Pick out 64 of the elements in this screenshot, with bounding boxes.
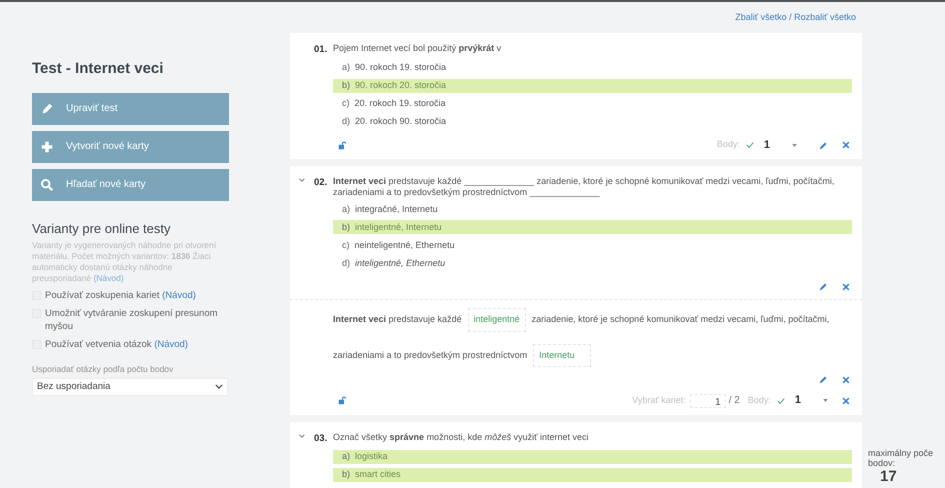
option-label: Umožniť vytváranie zoskupení presunom myšou <box>45 307 219 333</box>
edit-icon[interactable] <box>819 282 828 292</box>
answer-field[interactable]: Internetu <box>533 344 592 368</box>
question-number: 01. <box>314 42 328 56</box>
close-icon[interactable] <box>842 376 850 384</box>
answer-option: b) smart cities <box>333 468 852 482</box>
question-text: Internet veci predstavuje každé ______________ zariadenie, ktoré je schopné komunikovať medzi vecami, ľuďmi, počítačmi, zariadeniami a to predovšetkým prostredníctvom ______________ <box>333 176 836 198</box>
field-label: Body: <box>748 394 771 407</box>
help-link[interactable]: (Návod) <box>93 273 124 283</box>
max-points-label: maximálny poče bodov: <box>868 448 934 468</box>
sort-dropdown[interactable]: Bez usporiadania <box>32 378 228 396</box>
answer-option: b) inteligentné, Internetu <box>333 220 852 234</box>
caret-icon[interactable] <box>792 144 797 146</box>
chevron-down-icon <box>215 384 223 390</box>
points-value: 1 <box>794 393 801 408</box>
section-heading: Varianty pre online testy <box>32 220 172 238</box>
action-button[interactable]: Hľadať nové karty <box>32 168 229 200</box>
answer-option: d) inteligentné, Ethernetu <box>333 256 852 270</box>
sidebar-title: Test - Internet veci <box>32 59 164 79</box>
pencil-icon <box>40 102 54 116</box>
question-number: 03. <box>314 432 328 446</box>
answer-option: a) 90. rokoch 19. storočia <box>333 60 852 75</box>
answer-option: c) neinteligentné, Ethernetu <box>333 238 852 252</box>
field-label: Usporiadať otázky podľa počtu bodov <box>32 363 174 376</box>
edit-icon[interactable] <box>819 375 828 384</box>
question-text: Označ všetky správne možnosti, kde môžeš využiť internet veci <box>333 432 589 443</box>
max-points-value: 17 <box>880 468 898 485</box>
action-button[interactable]: Vytvoriť nové karty <box>32 130 229 162</box>
points-value: 1 <box>764 138 770 153</box>
search-icon <box>40 178 54 192</box>
answer-option: a) logistika <box>333 450 852 464</box>
check-icon[interactable] <box>746 141 754 149</box>
answer-field[interactable]: inteligentné <box>468 308 526 332</box>
close-icon[interactable] <box>842 141 850 149</box>
field-label: Body: <box>716 138 740 152</box>
question-text: Pojem Internet vecí bol použitý prvýkrát v <box>333 42 502 54</box>
edit-icon[interactable] <box>819 140 828 150</box>
description-text: Varianty je vygenerovaných náhodne pri otvorení materiálu. Počet možných variantov: 1836 Žiaci automaticky dostanú otázky náhodne preusporiadané (Návod) <box>32 240 218 284</box>
lock-icon[interactable] <box>338 140 347 150</box>
answer-option: b) 90. rokoch 20. storočia <box>333 78 852 93</box>
cards-input[interactable]: 1 <box>690 394 726 408</box>
answer-option: a) integračné, Internetu <box>333 202 852 216</box>
help-link[interactable]: (Návod) <box>154 339 188 350</box>
action-button[interactable]: Upraviť test <box>32 92 229 124</box>
check-icon[interactable] <box>776 396 785 404</box>
plus-icon <box>40 140 54 154</box>
sentence-text: Internet veci predstavuje každé <box>333 313 462 326</box>
field-label: Vybrať kariet: <box>632 394 686 407</box>
lock-icon[interactable] <box>338 396 347 405</box>
close-icon[interactable] <box>842 282 850 291</box>
caret-icon[interactable] <box>823 399 828 402</box>
chevron-down-icon[interactable] <box>299 178 305 182</box>
close-icon[interactable] <box>842 396 850 404</box>
option-label: Používať zoskupenia kariet (Návod) <box>45 289 196 302</box>
sentence-text: zariadeniami a to predovšetkým prostredníctvom <box>333 348 528 362</box>
toggle-all-link[interactable]: Zbaliť všetko / Rozbaliť všetko <box>735 11 856 24</box>
sentence-text: zariadenie, ktoré je schopné komunikovať medzi vecami, ľuďmi, počítačmi, <box>532 313 830 326</box>
help-link[interactable]: (Návod) <box>162 290 196 301</box>
chevron-down-icon[interactable] <box>299 434 305 438</box>
option-label: Používať vetvenia otázok (Návod) <box>45 338 188 351</box>
question-number: 02. <box>314 176 328 190</box>
answer-option: c) 20. rokoch 19. storočia <box>333 96 852 111</box>
total-text: / 2 <box>728 394 740 408</box>
answer-option: d) 20. rokoch 90. storočia <box>333 114 852 129</box>
